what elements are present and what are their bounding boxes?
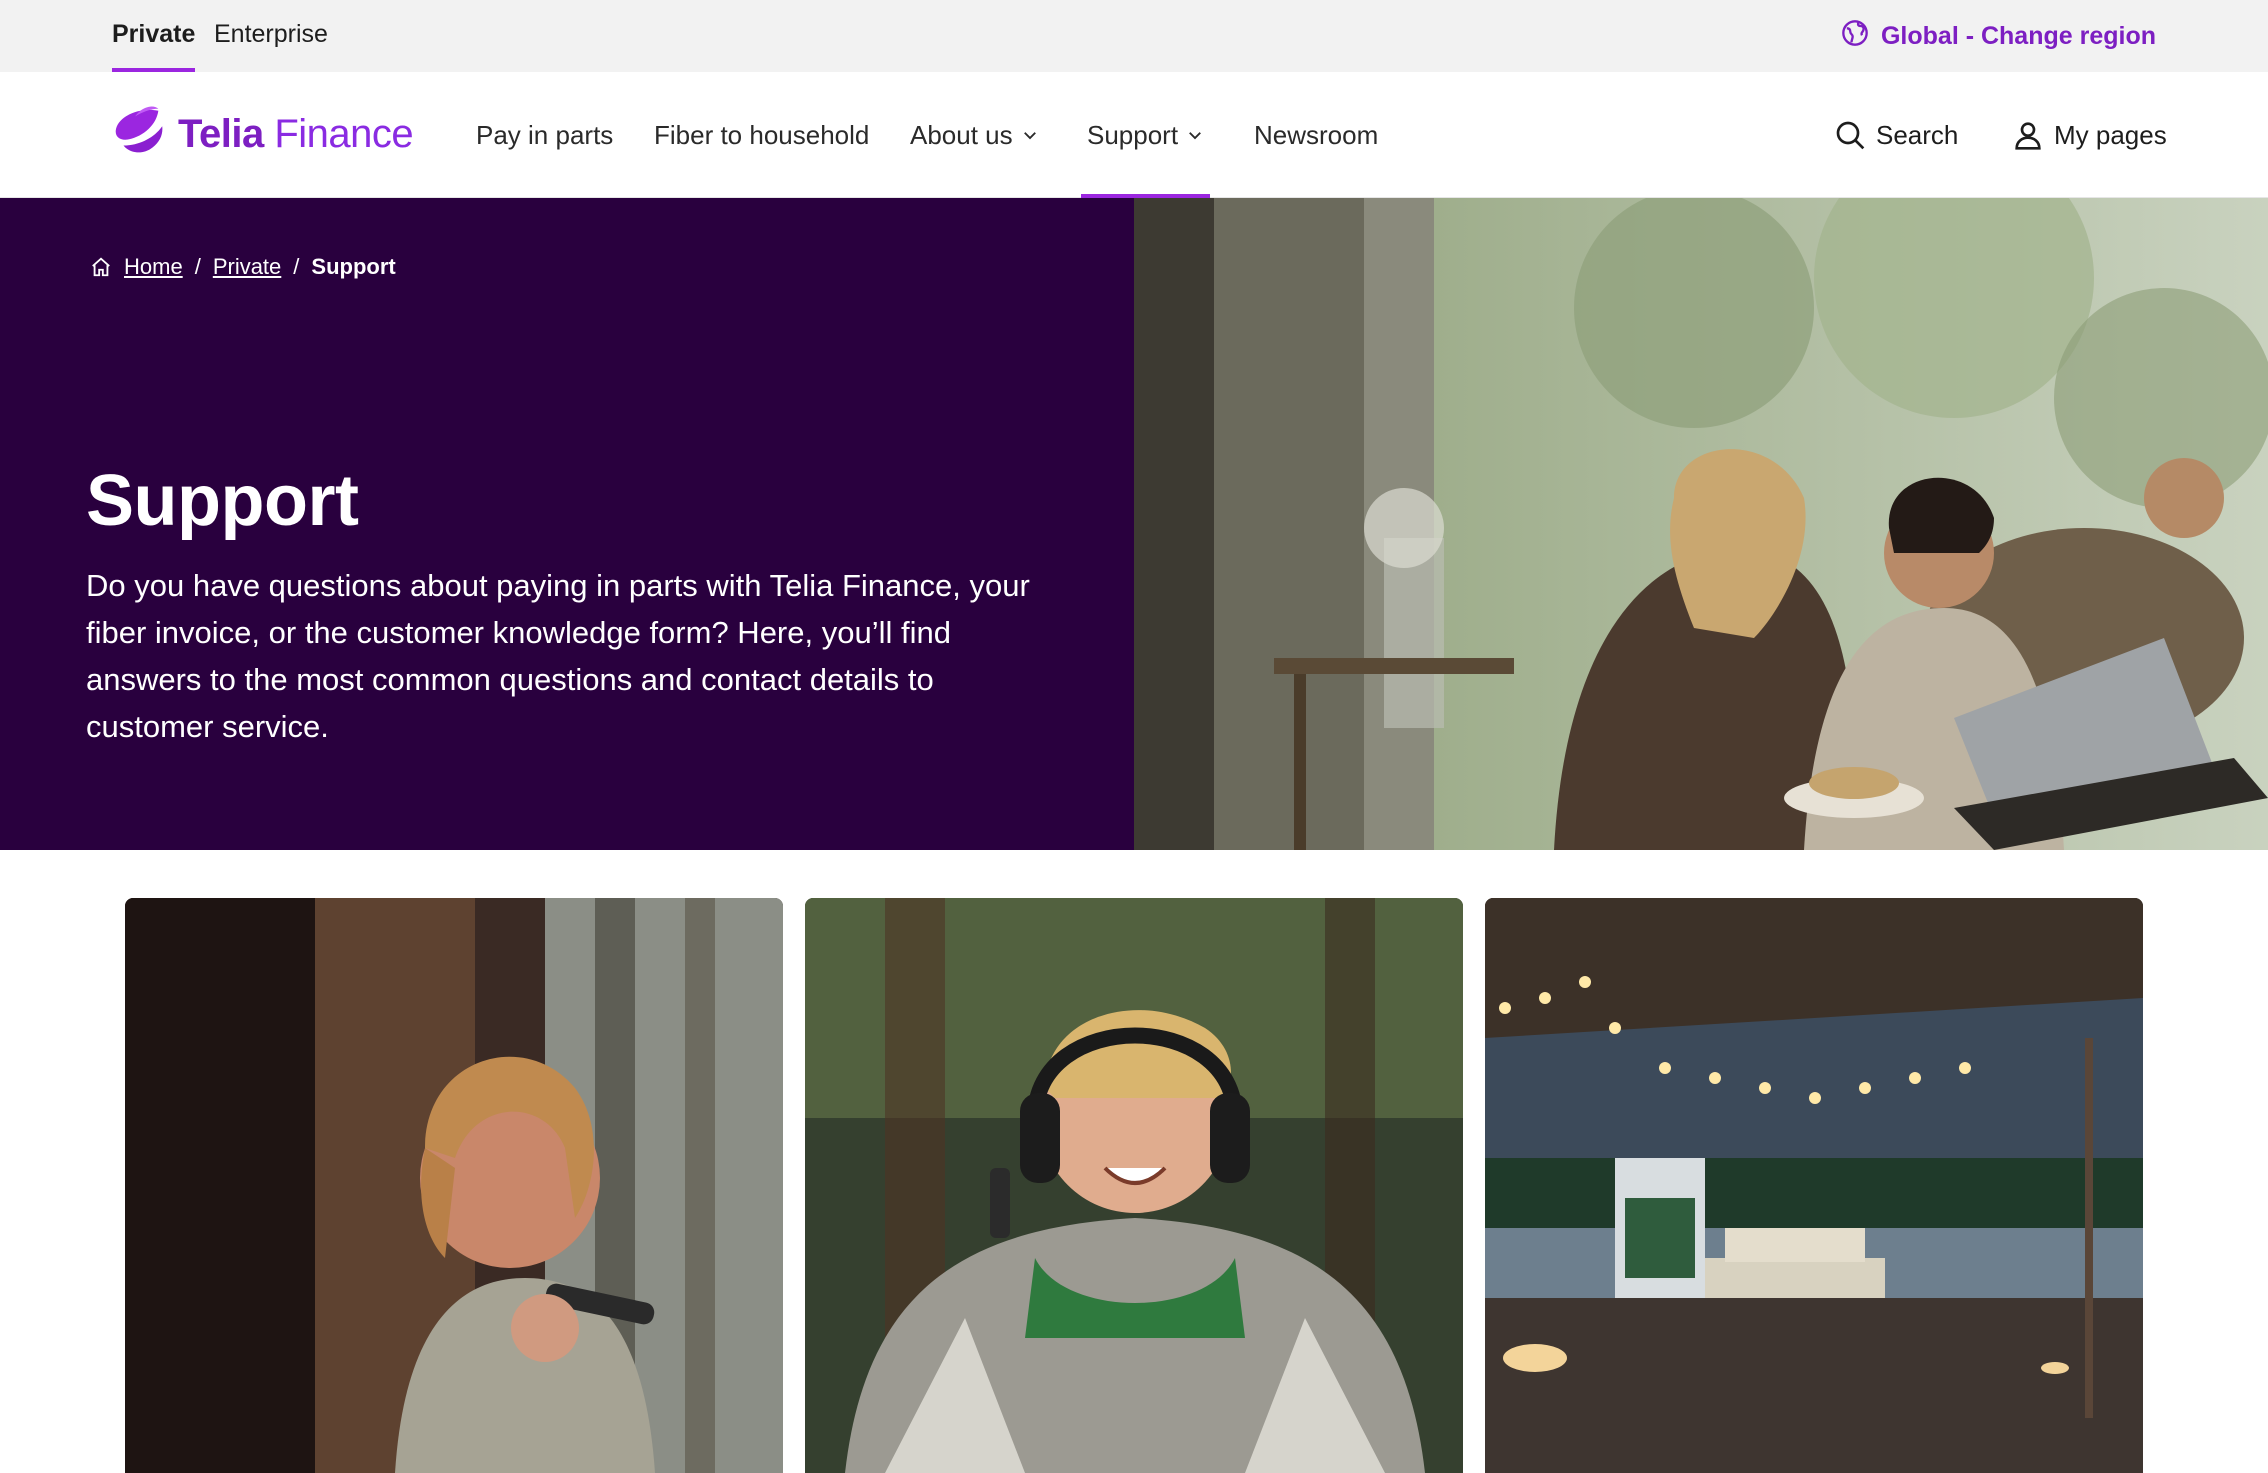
- search-icon: [1836, 121, 1865, 150]
- nav-newsroom-label: Newsroom: [1254, 119, 1379, 150]
- tab-private[interactable]: Private: [112, 0, 196, 72]
- nav-support[interactable]: Support: [1080, 72, 1211, 198]
- breadcrumb-separator: /: [293, 254, 300, 279]
- logo-wordmark: Telia Finance: [178, 111, 414, 157]
- telia-pebble-logo-icon: [110, 103, 168, 166]
- hero-text-panel: Home / Private / Support Support Do you …: [0, 198, 1134, 850]
- globe-icon: [1841, 19, 1869, 54]
- change-region-link[interactable]: Global - Change region: [1841, 0, 2156, 72]
- breadcrumb: Home / Private / Support: [90, 254, 396, 280]
- breadcrumb-separator: /: [194, 254, 201, 279]
- chevron-down-icon: [1023, 132, 1036, 140]
- my-pages-button[interactable]: My pages: [2012, 72, 2167, 198]
- chevron-down-icon: [1189, 132, 1201, 140]
- hero-description: Do you have questions about paying in pa…: [86, 568, 1030, 744]
- main-header: Telia Finance Pay in parts Fiber to hous…: [0, 72, 2268, 198]
- telia-finance-logo[interactable]: Telia Finance: [110, 103, 414, 166]
- support-card-image-phone-call[interactable]: [125, 898, 783, 1473]
- nav-fiber-label: Fiber to household: [654, 119, 870, 150]
- breadcrumb-private[interactable]: Private: [213, 254, 281, 280]
- search-label: Search: [1876, 119, 1959, 150]
- hero-image: [1134, 198, 2268, 850]
- nav-pay-in-parts[interactable]: Pay in parts: [476, 72, 613, 198]
- support-card-image-headphones[interactable]: [805, 898, 1463, 1473]
- breadcrumb-home[interactable]: Home: [124, 254, 183, 280]
- search-button[interactable]: Search: [1834, 72, 1958, 198]
- nav-newsroom[interactable]: Newsroom: [1254, 72, 1378, 198]
- home-icon: [92, 257, 110, 277]
- my-pages-label: My pages: [2054, 119, 2167, 150]
- hero-section: Home / Private / Support Support Do you …: [0, 198, 2268, 850]
- user-icon: [2015, 122, 2041, 150]
- logo-product-text: Finance: [274, 111, 414, 156]
- nav-fiber-to-household[interactable]: Fiber to household: [654, 72, 869, 198]
- change-region-label: Global - Change region: [1880, 21, 2156, 50]
- tab-enterprise[interactable]: Enterprise: [214, 0, 328, 72]
- nav-about-us[interactable]: About us: [910, 72, 1039, 198]
- breadcrumb-current: Support: [311, 254, 396, 279]
- nav-about-us-label: About us: [910, 119, 1013, 150]
- support-card-image-outdoor-cinema[interactable]: [1485, 898, 2143, 1473]
- page-title: Support: [86, 461, 359, 541]
- nav-support-label: Support: [1087, 119, 1179, 150]
- logo-brand-text: Telia: [178, 111, 264, 156]
- nav-pay-in-parts-label: Pay in parts: [476, 119, 614, 150]
- top-utility-bar: Private Enterprise Global - Change regio…: [0, 0, 2268, 72]
